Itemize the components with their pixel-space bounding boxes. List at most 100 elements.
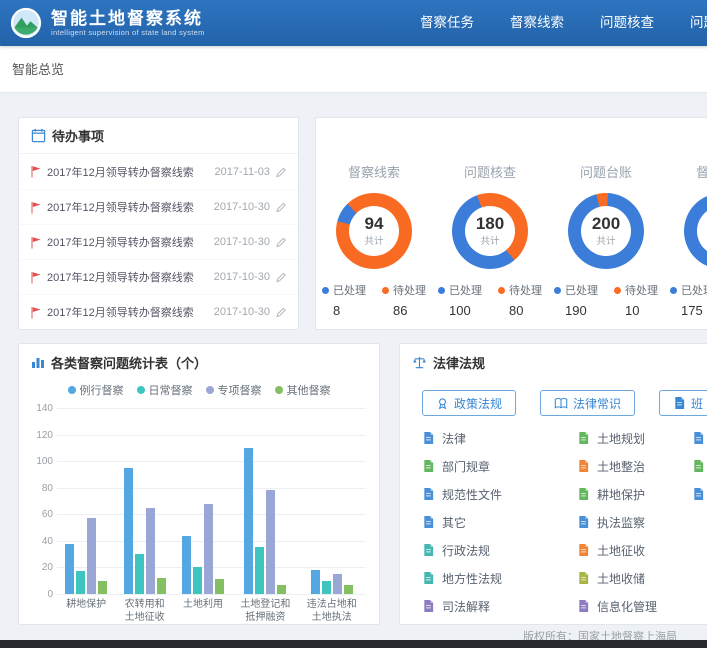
- law-link-label: 信息化管理: [597, 598, 657, 615]
- y-axis-label: 100: [25, 456, 53, 467]
- y-axis: 020406080100120140: [25, 408, 53, 594]
- nav-menu: 督察任务督察线索问题核查问题台账: [402, 0, 707, 46]
- nav-item[interactable]: 督察线索: [492, 0, 582, 46]
- law-button-label: 法律常识: [573, 395, 621, 412]
- edit-icon[interactable]: [275, 166, 287, 178]
- bar: [98, 581, 107, 594]
- edit-icon[interactable]: [275, 236, 287, 248]
- legend-item[interactable]: 日常督察: [137, 382, 193, 398]
- bar: [311, 570, 320, 594]
- bar: [76, 571, 85, 594]
- law-link[interactable]: 法律: [422, 424, 577, 452]
- legend-item[interactable]: 例行督察: [68, 382, 124, 398]
- flag-icon: [30, 236, 42, 249]
- law-link[interactable]: [692, 452, 707, 480]
- y-axis-label: 0: [25, 589, 53, 600]
- law-link[interactable]: 部门规章: [422, 452, 577, 480]
- nav-item[interactable]: 督察任务: [402, 0, 492, 46]
- laws-card-header: 法律法规: [400, 344, 707, 380]
- laws-title: 法律法规: [433, 353, 485, 372]
- pending-value: 80: [498, 303, 542, 318]
- doc-icon: [673, 396, 686, 410]
- stat-panel: 问题台账 200 共计 已处理 190 待处理 10: [548, 162, 664, 318]
- edit-icon[interactable]: [275, 201, 287, 213]
- bar: [215, 579, 224, 594]
- donut-total: 94: [365, 215, 384, 234]
- donut-total-label: 共计: [480, 233, 499, 247]
- bar: [333, 574, 342, 594]
- bar: [204, 504, 213, 594]
- todo-item[interactable]: 2017年12月领导转办督察线索 2017-10-30: [19, 189, 298, 224]
- law-link[interactable]: 土地收储: [577, 564, 692, 592]
- law-link[interactable]: 耕地保护: [577, 480, 692, 508]
- law-filter-button[interactable]: 班: [659, 390, 707, 416]
- law-link-label: 法律: [442, 430, 466, 447]
- law-column: 土地规划 土地整治 耕地保护 执法监察 土地征收: [577, 424, 692, 620]
- todo-item[interactable]: 2017年12月领导转办督察线索 2017-10-30: [19, 224, 298, 259]
- y-axis-label: 80: [25, 483, 53, 494]
- law-link[interactable]: 信息化管理: [577, 592, 692, 620]
- law-link[interactable]: [692, 424, 707, 452]
- pending-label: 待处理: [382, 282, 426, 298]
- donut-legend: 已处理 190 待处理 10: [548, 282, 664, 318]
- doc-icon: [577, 431, 590, 445]
- edit-icon[interactable]: [275, 306, 287, 318]
- law-link[interactable]: 土地规划: [577, 424, 692, 452]
- law-link[interactable]: 土地整治: [577, 452, 692, 480]
- x-axis-label: 农转用和土地征收: [125, 598, 165, 626]
- doc-icon: [577, 543, 590, 557]
- law-link-label: 地方性法规: [442, 570, 502, 587]
- law-link-label: 土地收储: [597, 570, 645, 587]
- bar: [244, 448, 253, 594]
- donut-total-label: 共计: [364, 233, 383, 247]
- doc-icon: [422, 599, 435, 613]
- todo-text: 2017年12月领导转办督察线索: [47, 234, 209, 250]
- donut-center: 180 共计: [465, 206, 515, 256]
- law-link[interactable]: 司法解释: [422, 592, 577, 620]
- law-link[interactable]: [692, 480, 707, 508]
- legend-item[interactable]: 专项督察: [206, 382, 262, 398]
- law-link[interactable]: 土地征收: [577, 536, 692, 564]
- law-link[interactable]: 行政法规: [422, 536, 577, 564]
- pending-dot: [614, 287, 621, 294]
- legend-dot: [206, 386, 214, 394]
- donut-chart: [684, 193, 707, 269]
- doc-icon: [577, 571, 590, 585]
- processed-legend: 已处理 175: [670, 282, 707, 318]
- processed-label: 已处理: [438, 282, 482, 298]
- processed-dot: [322, 287, 329, 294]
- law-link-label: 行政法规: [442, 542, 490, 559]
- todo-card: 待办事项 2017年12月领导转办督察线索 2017-11-03 2017年12…: [18, 117, 299, 330]
- todo-item[interactable]: 2017年12月领导转办督察线索 2017-11-03: [19, 154, 298, 189]
- law-link[interactable]: 规范性文件: [422, 480, 577, 508]
- doc-icon: [692, 487, 705, 501]
- todo-date: 2017-11-03: [215, 166, 270, 178]
- bar: [344, 585, 353, 594]
- todo-item[interactable]: 2017年12月领导转办督察线索 2017-10-30: [19, 259, 298, 294]
- bar: [157, 578, 166, 594]
- stat-panels: 督察线索 94 共计 已处理 8 待处理 86 问题核查: [316, 118, 707, 318]
- stat-title: 督察线索: [316, 162, 432, 181]
- law-link[interactable]: 其它: [422, 508, 577, 536]
- pending-label: 待处理: [614, 282, 658, 298]
- nav-item[interactable]: 问题核查: [582, 0, 672, 46]
- pending-value: 86: [382, 303, 426, 318]
- doc-icon: [422, 571, 435, 585]
- law-link[interactable]: 地方性法规: [422, 564, 577, 592]
- todo-date: 2017-10-30: [214, 201, 270, 213]
- todo-item[interactable]: 2017年12月领导转办督察线索 2017-10-30: [19, 294, 298, 329]
- law-filter-button[interactable]: 法律常识: [540, 390, 635, 416]
- legend-item[interactable]: 其他督察: [275, 382, 331, 398]
- pending-dot: [498, 287, 505, 294]
- law-filter-button[interactable]: 政策法规: [422, 390, 516, 416]
- law-link[interactable]: 执法监察: [577, 508, 692, 536]
- edit-icon[interactable]: [275, 271, 287, 283]
- law-button-label: 班: [691, 395, 703, 412]
- flag-icon: [30, 201, 42, 214]
- page-title: 智能总览: [12, 62, 64, 77]
- badge-icon: [436, 397, 449, 410]
- page: 智能土地督察系统 intelligent supervision of stat…: [0, 0, 707, 648]
- processed-dot: [438, 287, 445, 294]
- nav-item[interactable]: 问题台账: [672, 0, 707, 46]
- donut-chart: 200 共计: [568, 193, 644, 269]
